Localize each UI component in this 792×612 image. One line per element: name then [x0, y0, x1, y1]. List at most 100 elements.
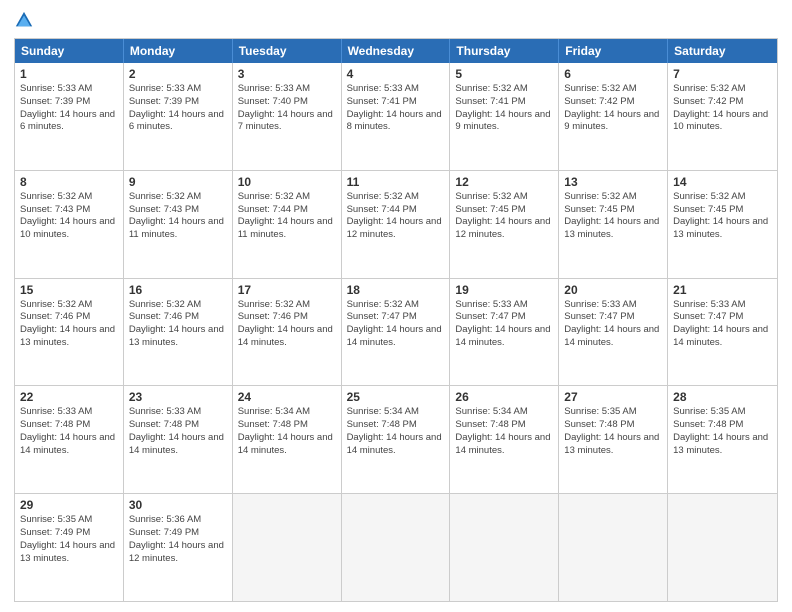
day-number: 17	[238, 283, 336, 297]
cal-cell: 26 Sunrise: 5:34 AMSunset: 7:48 PMDayligh…	[450, 386, 559, 493]
cal-cell: 20 Sunrise: 5:33 AMSunset: 7:47 PMDayligh…	[559, 279, 668, 386]
day-number: 21	[673, 283, 772, 297]
day-info: Sunrise: 5:33 AMSunset: 7:48 PMDaylight:…	[129, 406, 227, 457]
cal-cell	[668, 494, 777, 601]
day-info: Sunrise: 5:33 AMSunset: 7:47 PMDaylight:…	[455, 299, 553, 350]
day-info: Sunrise: 5:32 AMSunset: 7:46 PMDaylight:…	[238, 299, 336, 350]
header-cell-thursday: Thursday	[450, 39, 559, 63]
cal-cell: 15 Sunrise: 5:32 AMSunset: 7:46 PMDayligh…	[15, 279, 124, 386]
day-info: Sunrise: 5:32 AMSunset: 7:44 PMDaylight:…	[238, 191, 336, 242]
day-number: 24	[238, 390, 336, 404]
day-number: 23	[129, 390, 227, 404]
header-cell-monday: Monday	[124, 39, 233, 63]
day-info: Sunrise: 5:32 AMSunset: 7:41 PMDaylight:…	[455, 83, 553, 134]
day-info: Sunrise: 5:35 AMSunset: 7:48 PMDaylight:…	[564, 406, 662, 457]
logo	[14, 10, 38, 30]
day-info: Sunrise: 5:32 AMSunset: 7:46 PMDaylight:…	[129, 299, 227, 350]
cal-cell: 5 Sunrise: 5:32 AMSunset: 7:41 PMDaylight…	[450, 63, 559, 170]
day-number: 6	[564, 67, 662, 81]
day-info: Sunrise: 5:32 AMSunset: 7:44 PMDaylight:…	[347, 191, 445, 242]
cal-cell: 11 Sunrise: 5:32 AMSunset: 7:44 PMDayligh…	[342, 171, 451, 278]
cal-cell: 18Sunrise: 5:32 AMSunset: 7:47 PMDayligh…	[342, 279, 451, 386]
day-info: Sunrise: 5:34 AMSunset: 7:48 PMDaylight:…	[455, 406, 553, 457]
day-number: 4	[347, 67, 445, 81]
calendar-header: SundayMondayTuesdayWednesdayThursdayFrid…	[15, 39, 777, 63]
cal-cell: 22 Sunrise: 5:33 AMSunset: 7:48 PMDayligh…	[15, 386, 124, 493]
cal-cell: 27Sunrise: 5:35 AMSunset: 7:48 PMDayligh…	[559, 386, 668, 493]
calendar: SundayMondayTuesdayWednesdayThursdayFrid…	[14, 38, 778, 602]
day-info: Sunrise: 5:34 AMSunset: 7:48 PMDaylight:…	[347, 406, 445, 457]
day-info: Sunrise: 5:33 AMSunset: 7:40 PMDaylight:…	[238, 83, 336, 134]
day-number: 19	[455, 283, 553, 297]
day-info: Sunrise: 5:32 AMSunset: 7:42 PMDaylight:…	[673, 83, 772, 134]
day-number: 8	[20, 175, 118, 189]
day-info: Sunrise: 5:33 AMSunset: 7:39 PMDaylight:…	[129, 83, 227, 134]
cal-cell: 23 Sunrise: 5:33 AMSunset: 7:48 PMDayligh…	[124, 386, 233, 493]
logo-icon	[14, 10, 34, 30]
cal-cell: 21 Sunrise: 5:33 AMSunset: 7:47 PMDayligh…	[668, 279, 777, 386]
cal-cell: 6 Sunrise: 5:32 AMSunset: 7:42 PMDaylight…	[559, 63, 668, 170]
cal-cell: 28 Sunrise: 5:35 AMSunset: 7:48 PMDayligh…	[668, 386, 777, 493]
day-info: Sunrise: 5:33 AMSunset: 7:39 PMDaylight:…	[20, 83, 118, 134]
day-info: Sunrise: 5:32 AMSunset: 7:43 PMDaylight:…	[20, 191, 118, 242]
calendar-body: 1 Sunrise: 5:33 AMSunset: 7:39 PMDaylight…	[15, 63, 777, 601]
cal-cell: 3Sunrise: 5:33 AMSunset: 7:40 PMDaylight…	[233, 63, 342, 170]
cal-cell: 10 Sunrise: 5:32 AMSunset: 7:44 PMDayligh…	[233, 171, 342, 278]
cal-cell	[342, 494, 451, 601]
week-row-5: 29 Sunrise: 5:35 AMSunset: 7:49 PMDayligh…	[15, 493, 777, 601]
day-info: Sunrise: 5:33 AMSunset: 7:47 PMDaylight:…	[673, 299, 772, 350]
day-number: 22	[20, 390, 118, 404]
week-row-1: 1 Sunrise: 5:33 AMSunset: 7:39 PMDaylight…	[15, 63, 777, 170]
week-row-4: 22 Sunrise: 5:33 AMSunset: 7:48 PMDayligh…	[15, 385, 777, 493]
day-number: 28	[673, 390, 772, 404]
day-info: Sunrise: 5:35 AMSunset: 7:49 PMDaylight:…	[20, 514, 118, 565]
week-row-2: 8 Sunrise: 5:32 AMSunset: 7:43 PMDaylight…	[15, 170, 777, 278]
cal-cell: 2Sunrise: 5:33 AMSunset: 7:39 PMDaylight…	[124, 63, 233, 170]
cal-cell: 7 Sunrise: 5:32 AMSunset: 7:42 PMDaylight…	[668, 63, 777, 170]
day-info: Sunrise: 5:33 AMSunset: 7:41 PMDaylight:…	[347, 83, 445, 134]
day-number: 16	[129, 283, 227, 297]
cal-cell: 8 Sunrise: 5:32 AMSunset: 7:43 PMDaylight…	[15, 171, 124, 278]
header	[14, 10, 778, 30]
day-number: 20	[564, 283, 662, 297]
cal-cell: 30 Sunrise: 5:36 AMSunset: 7:49 PMDayligh…	[124, 494, 233, 601]
day-number: 30	[129, 498, 227, 512]
cal-cell	[559, 494, 668, 601]
header-cell-saturday: Saturday	[668, 39, 777, 63]
day-number: 26	[455, 390, 553, 404]
day-number: 11	[347, 175, 445, 189]
day-info: Sunrise: 5:32 AMSunset: 7:45 PMDaylight:…	[673, 191, 772, 242]
day-info: Sunrise: 5:32 AMSunset: 7:46 PMDaylight:…	[20, 299, 118, 350]
cal-cell: 1 Sunrise: 5:33 AMSunset: 7:39 PMDaylight…	[15, 63, 124, 170]
day-info: Sunrise: 5:32 AMSunset: 7:45 PMDaylight:…	[455, 191, 553, 242]
cal-cell: 14Sunrise: 5:32 AMSunset: 7:45 PMDayligh…	[668, 171, 777, 278]
day-info: Sunrise: 5:33 AMSunset: 7:48 PMDaylight:…	[20, 406, 118, 457]
day-number: 18	[347, 283, 445, 297]
week-row-3: 15 Sunrise: 5:32 AMSunset: 7:46 PMDayligh…	[15, 278, 777, 386]
cal-cell	[450, 494, 559, 601]
cal-cell: 12Sunrise: 5:32 AMSunset: 7:45 PMDayligh…	[450, 171, 559, 278]
day-info: Sunrise: 5:32 AMSunset: 7:43 PMDaylight:…	[129, 191, 227, 242]
day-number: 15	[20, 283, 118, 297]
day-number: 5	[455, 67, 553, 81]
day-info: Sunrise: 5:33 AMSunset: 7:47 PMDaylight:…	[564, 299, 662, 350]
day-number: 1	[20, 67, 118, 81]
cal-cell: 9 Sunrise: 5:32 AMSunset: 7:43 PMDaylight…	[124, 171, 233, 278]
header-cell-tuesday: Tuesday	[233, 39, 342, 63]
header-cell-sunday: Sunday	[15, 39, 124, 63]
day-number: 25	[347, 390, 445, 404]
cal-cell	[233, 494, 342, 601]
day-number: 9	[129, 175, 227, 189]
header-cell-friday: Friday	[559, 39, 668, 63]
calendar-page: SundayMondayTuesdayWednesdayThursdayFrid…	[0, 0, 792, 612]
day-info: Sunrise: 5:32 AMSunset: 7:45 PMDaylight:…	[564, 191, 662, 242]
day-info: Sunrise: 5:35 AMSunset: 7:48 PMDaylight:…	[673, 406, 772, 457]
day-info: Sunrise: 5:32 AMSunset: 7:42 PMDaylight:…	[564, 83, 662, 134]
cal-cell: 16 Sunrise: 5:32 AMSunset: 7:46 PMDayligh…	[124, 279, 233, 386]
cal-cell: 13Sunrise: 5:32 AMSunset: 7:45 PMDayligh…	[559, 171, 668, 278]
day-number: 29	[20, 498, 118, 512]
day-info: Sunrise: 5:36 AMSunset: 7:49 PMDaylight:…	[129, 514, 227, 565]
day-number: 7	[673, 67, 772, 81]
day-number: 10	[238, 175, 336, 189]
cal-cell: 24Sunrise: 5:34 AMSunset: 7:48 PMDayligh…	[233, 386, 342, 493]
